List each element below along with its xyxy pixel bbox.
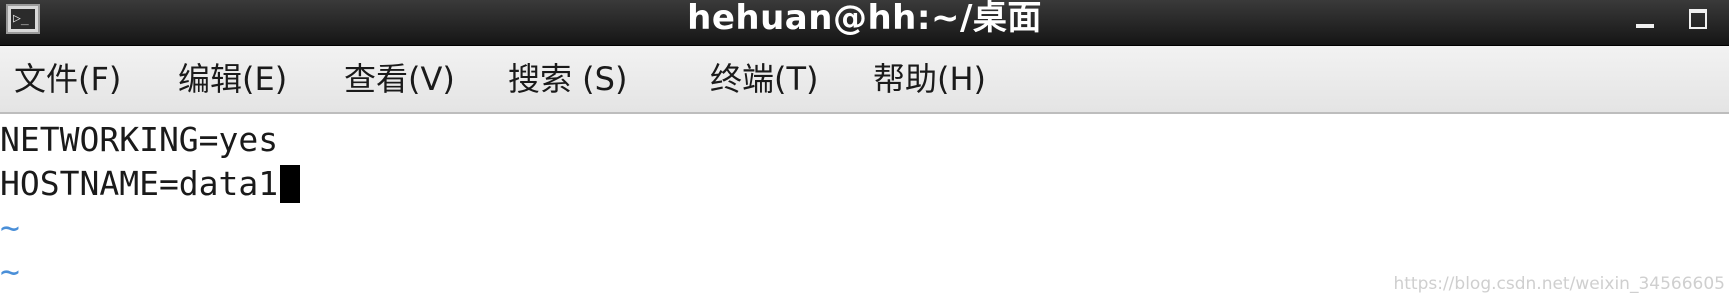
empty-line-marker: ~	[0, 252, 20, 291]
minimize-icon[interactable]	[1632, 4, 1662, 34]
empty-line-marker: ~	[0, 208, 20, 247]
menu-edit[interactable]: 编辑(E)	[178, 46, 287, 112]
terminal-window: ▷_ hehuan@hh:~/桌面 文件(F) 编辑(E) 查看(V) 搜索 (…	[0, 0, 1729, 300]
menu-terminal[interactable]: 终端(T)	[710, 46, 819, 112]
editor-line: HOSTNAME=data1	[0, 162, 301, 206]
watermark: https://blog.csdn.net/weixin_34566605	[1393, 274, 1725, 294]
menu-view[interactable]: 查看(V)	[344, 46, 455, 112]
title-bar[interactable]: ▷_ hehuan@hh:~/桌面	[0, 0, 1729, 46]
text-cursor	[280, 165, 301, 203]
editor-line-text: NETWORKING=yes	[0, 120, 279, 159]
maximize-icon[interactable]	[1683, 4, 1713, 34]
editor-line: NETWORKING=yes	[0, 118, 278, 162]
editor-line-text: HOSTNAME=data1	[0, 164, 279, 203]
menu-search[interactable]: 搜索 (S)	[508, 46, 627, 112]
menu-file[interactable]: 文件(F)	[14, 46, 121, 112]
terminal-editor-area[interactable]: NETWORKING=yes HOSTNAME=data1 ~ ~	[0, 114, 1729, 300]
window-title: hehuan@hh:~/桌面	[687, 0, 1042, 38]
menu-help[interactable]: 帮助(H)	[873, 46, 986, 112]
menu-bar: 文件(F) 编辑(E) 查看(V) 搜索 (S) 终端(T) 帮助(H)	[0, 46, 1729, 114]
